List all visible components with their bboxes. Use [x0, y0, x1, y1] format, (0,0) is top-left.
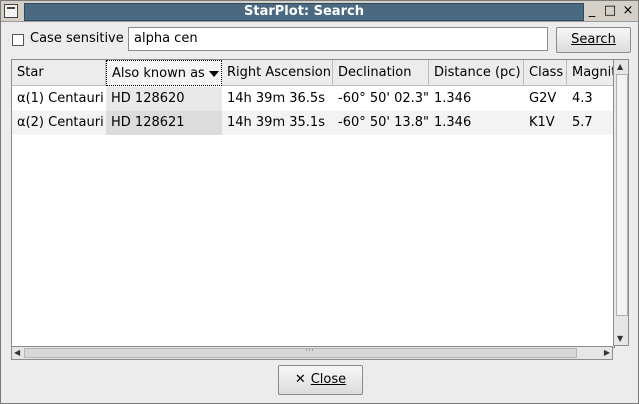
close-button[interactable]: ✕ Close [278, 365, 363, 395]
close-x-icon: ✕ [294, 372, 306, 387]
cell-also-known-as: HD 128621 [106, 111, 222, 135]
maximize-icon[interactable]: □ [602, 3, 618, 19]
column-header-distance[interactable]: Distance (pc) [429, 60, 524, 86]
cell-magnitude: 5.7 [572, 115, 593, 130]
cell-distance: 1.346 [434, 115, 472, 130]
vertical-scroll-thumb[interactable] [616, 74, 628, 316]
column-header-also-known-as[interactable]: Also known as [106, 60, 222, 86]
cell-right-ascension: 14h 39m 35.1s [227, 115, 325, 130]
column-header-declination[interactable]: Declination [333, 60, 429, 86]
column-header-magnitude[interactable]: Magnitude [567, 60, 614, 86]
close-button-label: Close [310, 372, 347, 387]
horizontal-scroll-thumb[interactable]: ⋯ [24, 346, 577, 358]
scroll-grip-icon: ⋯ [305, 346, 314, 356]
vertical-scrollbar[interactable]: ▲ ▼ [613, 59, 629, 346]
search-input[interactable]: alpha cen [128, 27, 548, 51]
column-header-star[interactable]: Star [12, 60, 106, 86]
scroll-left-icon[interactable]: ◀ [14, 348, 20, 357]
window-title: StarPlot: Search [24, 3, 584, 21]
cell-magnitude: 4.3 [572, 91, 593, 106]
scroll-right-icon[interactable]: ▶ [604, 348, 610, 357]
close-icon[interactable]: × [620, 3, 636, 19]
cell-also-known-as: HD 128620 [106, 87, 222, 111]
column-header-label: Also known as [112, 66, 205, 81]
column-header-right-ascension[interactable]: Right Ascension [222, 60, 333, 86]
cell-class: K1V [529, 115, 555, 130]
scroll-up-icon[interactable]: ▲ [617, 62, 623, 71]
search-window: StarPlot: Search _ □ × Case sensitive al… [0, 0, 639, 404]
cell-star: α(1) Centauri [17, 91, 104, 106]
case-sensitive-checkbox[interactable] [12, 34, 24, 46]
cell-declination: -60° 50' 02.3" [338, 91, 429, 106]
horizontal-scrollbar[interactable]: ◀ ⋯ ▶ [11, 346, 613, 360]
cell-declination: -60° 50' 13.8" [338, 115, 429, 130]
search-button[interactable]: Search [556, 27, 631, 53]
cell-right-ascension: 14h 39m 36.5s [227, 91, 325, 106]
table-row[interactable]: α(1) Centauri HD 128620 14h 39m 36.5s -6… [12, 87, 614, 111]
scroll-down-icon[interactable]: ▼ [617, 334, 623, 343]
results-table: Star Also known as Right Ascension Decli… [11, 59, 615, 348]
sort-desc-icon [208, 70, 219, 77]
title-bar[interactable]: StarPlot: Search _ □ × [1, 1, 638, 22]
search-button-label: Search [571, 32, 616, 47]
table-row[interactable]: α(2) Centauri HD 128621 14h 39m 35.1s -6… [12, 111, 614, 135]
search-toolbar: Case sensitive alpha cen Search [1, 22, 638, 58]
cell-star: α(2) Centauri [17, 115, 104, 130]
column-header-class[interactable]: Class [524, 60, 567, 86]
cell-distance: 1.346 [434, 91, 472, 106]
minimize-icon[interactable]: _ [584, 3, 600, 19]
case-sensitive-label[interactable]: Case sensitive [30, 31, 124, 47]
cell-class: G2V [529, 91, 557, 106]
system-menu-icon[interactable] [4, 4, 18, 18]
